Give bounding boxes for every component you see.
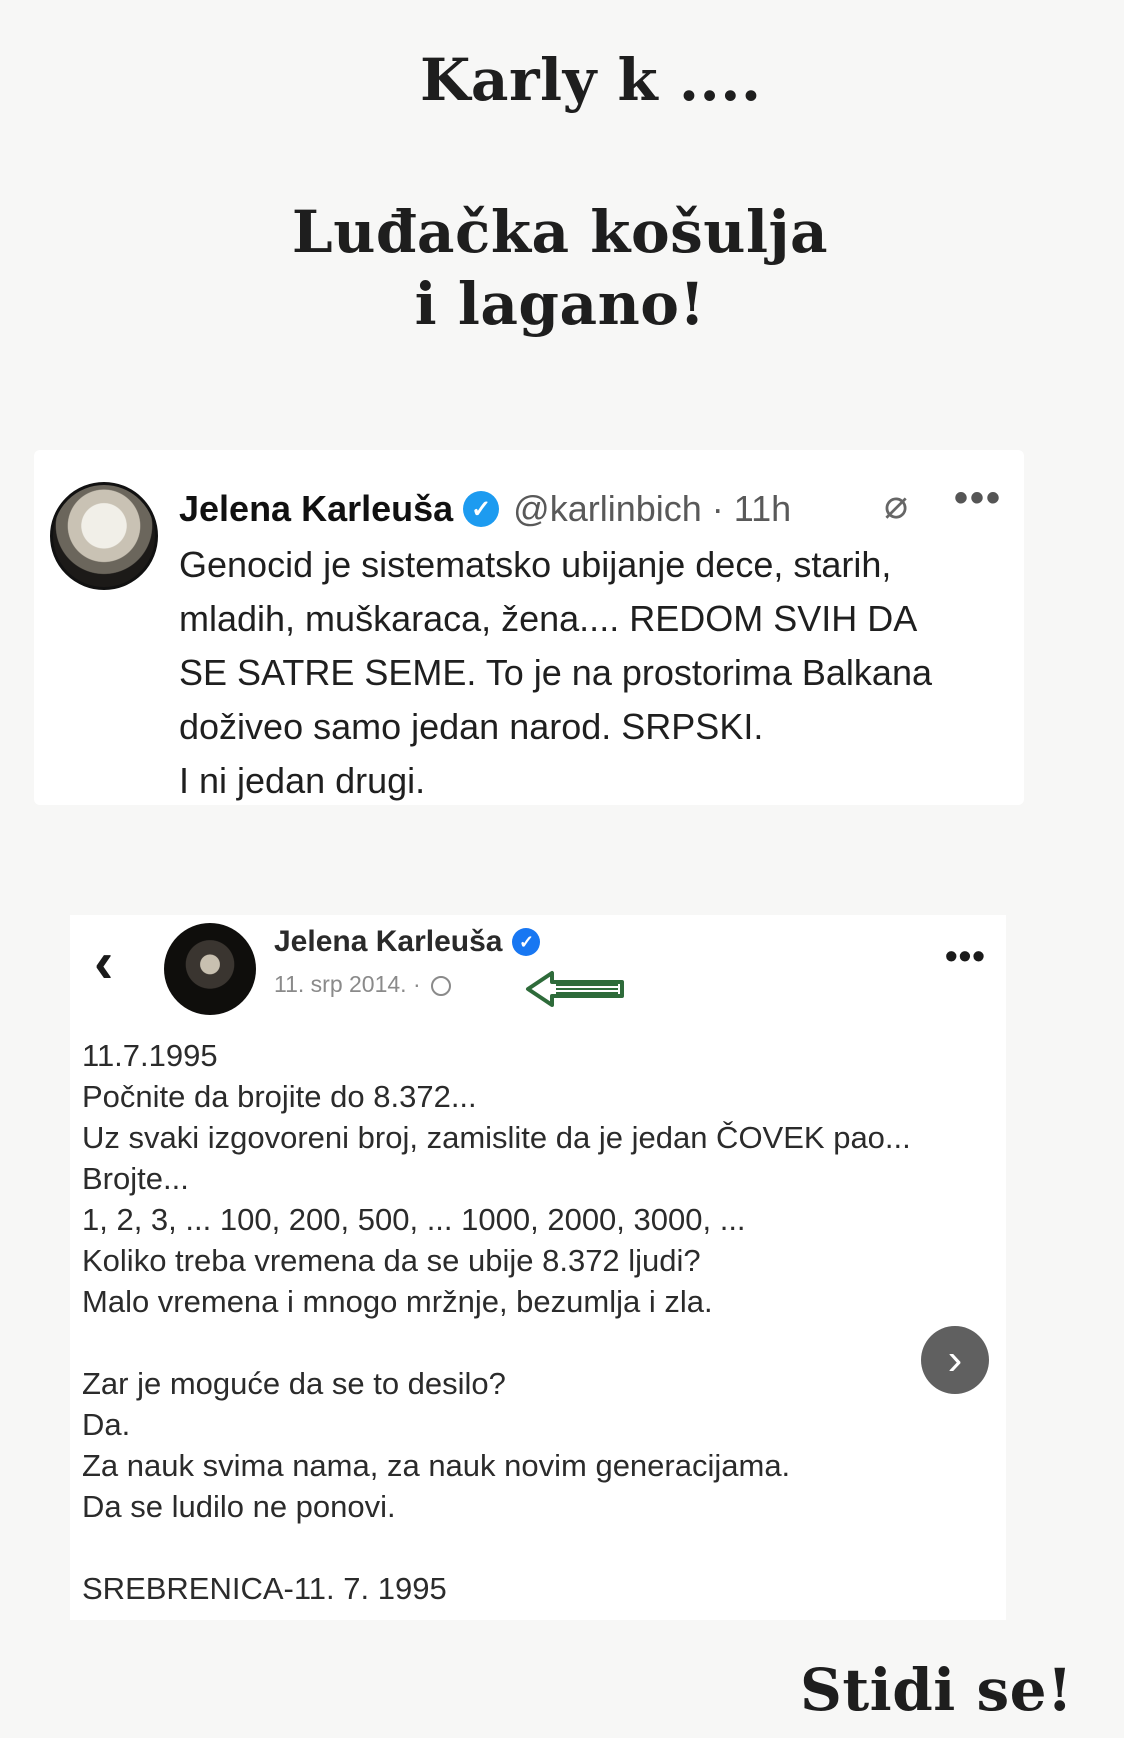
tweet-card[interactable]: Jelena Karleuša ✓ @karlinbich · 11h ⌀ ••…	[34, 450, 1024, 805]
tweet-handle-time[interactable]: @karlinbich · 11h	[513, 488, 791, 530]
fb-line: Počnite da brojite do 8.372...	[82, 1079, 477, 1114]
fb-line: Koliko treba vremena da se ubije 8.372 l…	[82, 1243, 701, 1278]
verified-badge-icon: ✓	[463, 491, 500, 527]
fb-author: Jelena Karleuša ✓	[274, 925, 541, 959]
next-arrow-button[interactable]: ›	[921, 1326, 989, 1394]
tweet-avatar[interactable]	[50, 482, 158, 590]
fb-line: Da.	[82, 1407, 131, 1442]
facebook-post-card: ‹ Jelena Karleuša ✓ 11. srp 2014. · ••• …	[70, 915, 1006, 1620]
tweet-more-icon[interactable]: •••	[954, 476, 1002, 521]
fb-date-text[interactable]: 11. srp 2014. ·	[274, 971, 421, 997]
fb-more-icon[interactable]: •••	[945, 935, 986, 977]
fb-line: SREBRENICA-11. 7. 1995	[82, 1571, 447, 1606]
fb-line: 1, 2, 3, ... 100, 200, 500, ... 1000, 20…	[82, 1202, 746, 1237]
story-middle-line-2: i lagano!	[414, 270, 706, 338]
story-middle-text: Luđačka košulja i lagano!	[230, 196, 890, 340]
tweet-text: Genocid je sistematsko ubijanje dece, st…	[179, 538, 1009, 808]
fb-post-date: 11. srp 2014. ·	[274, 971, 451, 998]
story-middle-line-1: Luđačka košulja	[291, 198, 829, 266]
tweet-line: Genocid je sistematsko ubijanje dece, st…	[179, 544, 892, 585]
fb-line: Uz svaki izgovoreni broj, zamislite da j…	[82, 1120, 911, 1155]
tweet-line: doživeo samo jedan narod. SRPSKI.	[179, 706, 764, 747]
fb-line	[82, 1322, 982, 1363]
fb-line	[82, 1527, 982, 1568]
story-top-text: Karly k ....	[420, 46, 762, 114]
verified-badge-icon: ✓	[512, 928, 541, 956]
tweet-header: Jelena Karleuša ✓ @karlinbich · 11h	[179, 484, 791, 534]
tweet-line: SE SATRE SEME. To je na prostorima Balka…	[179, 652, 932, 693]
fb-line: Zar je moguće da se to desilo?	[82, 1366, 506, 1401]
fb-line: Za nauk svima nama, za nauk novim genera…	[82, 1448, 791, 1483]
tweet-line: mladih, muškaraca, žena.... REDOM SVIH D…	[179, 598, 918, 639]
tweet-author-name[interactable]: Jelena Karleuša	[179, 488, 453, 530]
story-bottom-text: Stidi se!	[800, 1656, 1074, 1724]
fb-line: Malo vremena i mnogo mržnje, bezumlja i …	[82, 1284, 713, 1319]
fb-line: 11.7.1995	[82, 1038, 218, 1073]
fb-line: Da se ludilo ne ponovi.	[82, 1489, 396, 1524]
fb-author-name[interactable]: Jelena Karleuša	[274, 925, 502, 959]
fb-avatar[interactable]	[164, 923, 256, 1015]
tweet-line: I ni jedan drugi.	[179, 760, 426, 801]
fb-post-text: 11.7.1995 Počnite da brojite do 8.372...…	[82, 1035, 982, 1609]
annotation-arrow-icon	[526, 971, 624, 1007]
fb-line: Brojte...	[82, 1161, 189, 1196]
back-chevron-icon[interactable]: ‹	[94, 929, 113, 996]
globe-icon	[431, 976, 451, 996]
grok-icon[interactable]: ⌀	[884, 482, 908, 528]
